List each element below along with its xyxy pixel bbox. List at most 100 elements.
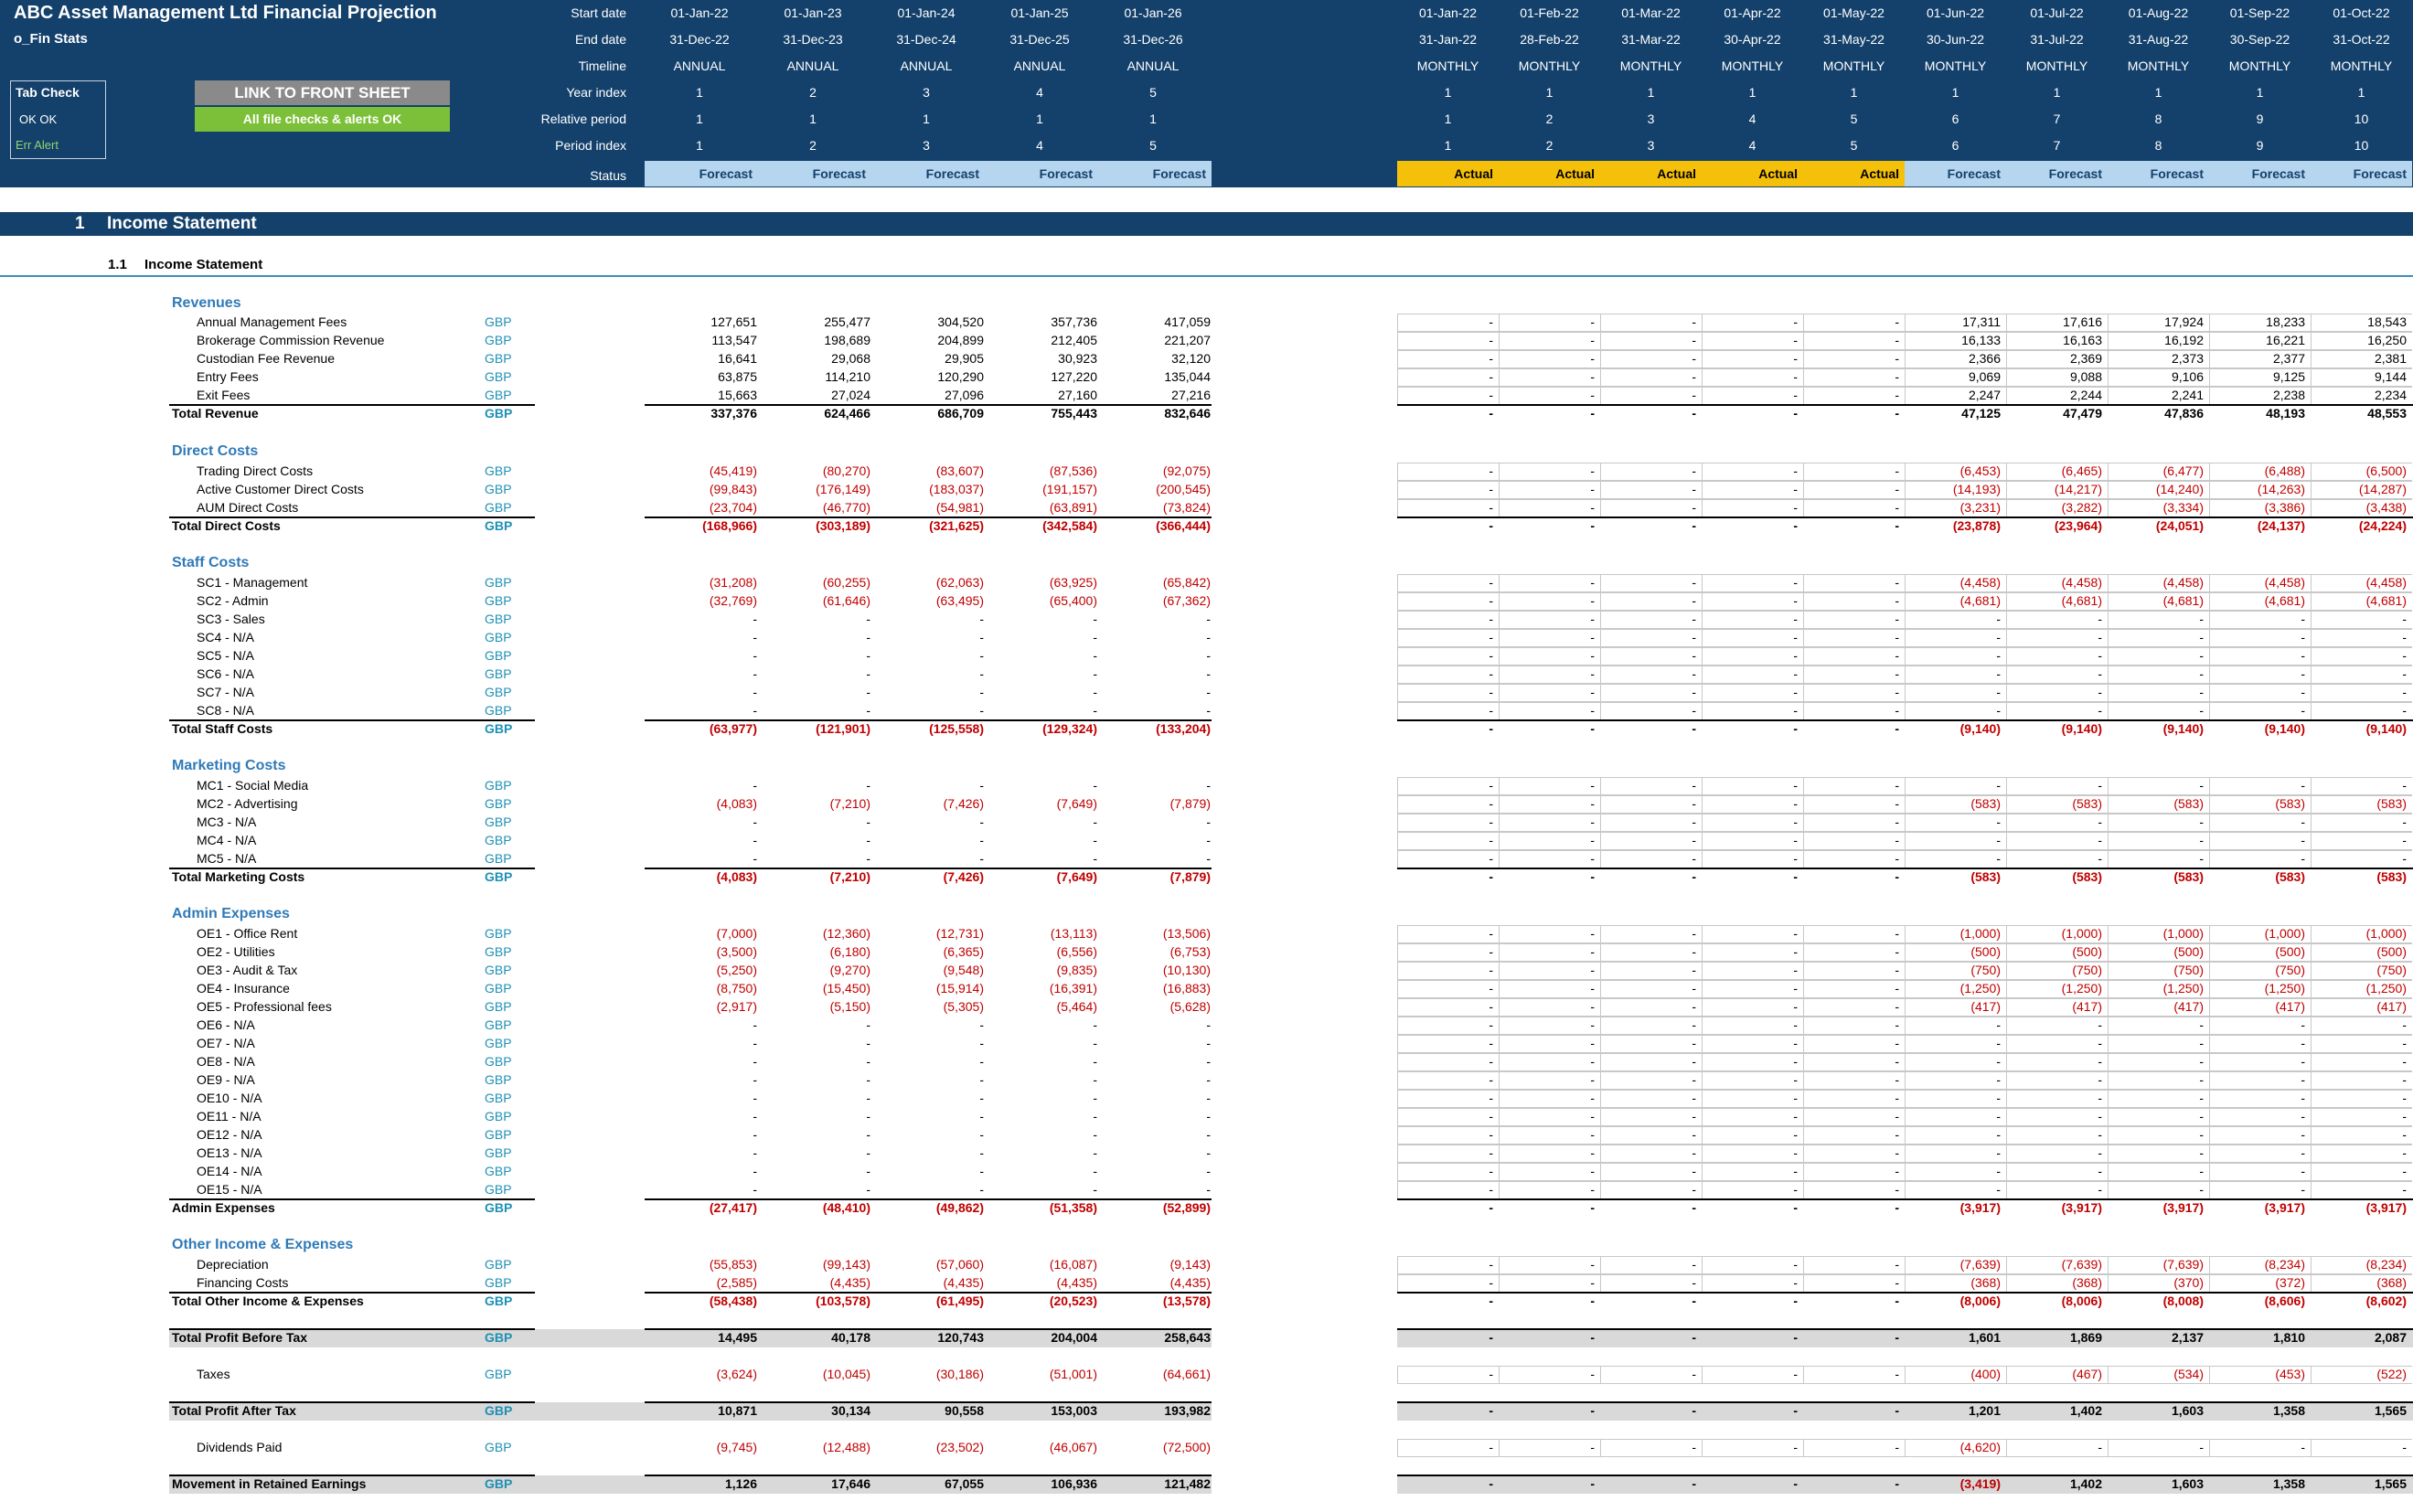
annual-value-cell[interactable]: (4,435): [874, 1275, 984, 1290]
monthly-value-cell[interactable]: (24,137): [2209, 518, 2305, 533]
annual-value-cell[interactable]: -: [1101, 778, 1211, 793]
annual-value-cell[interactable]: (46,770): [761, 500, 870, 515]
annual-value-cell[interactable]: (60,255): [761, 575, 870, 590]
monthly-value-cell[interactable]: -: [1499, 1036, 1595, 1050]
monthly-value-cell[interactable]: -: [1803, 815, 1899, 829]
annual-value-cell[interactable]: (6,365): [874, 944, 984, 959]
monthly-value-cell[interactable]: -: [1499, 1017, 1595, 1032]
monthly-value-cell[interactable]: -: [1702, 981, 1798, 996]
annual-value-cell[interactable]: (15,450): [761, 981, 870, 996]
monthly-value-cell[interactable]: (1,250): [2108, 981, 2204, 996]
monthly-value-cell[interactable]: -: [2006, 703, 2102, 718]
annual-value-cell[interactable]: 120,290: [874, 369, 984, 384]
monthly-value-cell[interactable]: -: [1397, 833, 1493, 847]
annual-value-cell[interactable]: -: [874, 612, 984, 626]
monthly-value-cell[interactable]: -: [1803, 630, 1899, 644]
monthly-value-cell[interactable]: 1,601: [1905, 1330, 2001, 1345]
monthly-value-cell[interactable]: -: [1397, 1367, 1493, 1381]
monthly-value-cell[interactable]: (3,917): [1905, 1200, 2001, 1215]
monthly-value-cell[interactable]: -: [1803, 981, 1899, 996]
monthly-value-cell[interactable]: -: [1905, 778, 2001, 793]
monthly-value-cell[interactable]: -: [1803, 1091, 1899, 1105]
monthly-value-cell[interactable]: -: [1702, 1072, 1798, 1087]
monthly-value-cell[interactable]: -: [2209, 1109, 2305, 1123]
annual-value-cell[interactable]: 135,044: [1101, 369, 1211, 384]
monthly-value-cell[interactable]: -: [1600, 963, 1696, 977]
monthly-value-cell[interactable]: -: [1702, 1054, 1798, 1069]
monthly-value-cell[interactable]: (583): [2108, 796, 2204, 811]
monthly-value-cell[interactable]: -: [1600, 1164, 1696, 1178]
annual-value-cell[interactable]: -: [647, 1091, 757, 1105]
annual-value-cell[interactable]: (7,879): [1101, 869, 1211, 884]
annual-value-cell[interactable]: -: [647, 685, 757, 699]
annual-value-cell[interactable]: -: [761, 815, 870, 829]
annual-value-cell[interactable]: -: [874, 815, 984, 829]
annual-value-cell[interactable]: -: [1101, 648, 1211, 663]
annual-value-cell[interactable]: -: [761, 648, 870, 663]
annual-value-cell[interactable]: (51,001): [988, 1367, 1097, 1381]
annual-value-cell[interactable]: (5,305): [874, 999, 984, 1014]
monthly-value-cell[interactable]: -: [1803, 1164, 1899, 1178]
annual-value-cell[interactable]: -: [761, 1072, 870, 1087]
monthly-value-cell[interactable]: (3,282): [2006, 500, 2102, 515]
monthly-value-cell[interactable]: -: [1600, 703, 1696, 718]
annual-value-cell[interactable]: (67,362): [1101, 593, 1211, 608]
monthly-value-cell[interactable]: -: [1905, 1091, 2001, 1105]
monthly-value-cell[interactable]: -: [2108, 1440, 2204, 1454]
monthly-value-cell[interactable]: (14,193): [1905, 482, 2001, 496]
monthly-value-cell[interactable]: -: [1702, 333, 1798, 347]
annual-value-cell[interactable]: (48,410): [761, 1200, 870, 1215]
monthly-value-cell[interactable]: -: [1803, 1403, 1899, 1418]
monthly-value-cell[interactable]: -: [1397, 1036, 1493, 1050]
annual-value-cell[interactable]: (9,835): [988, 963, 1097, 977]
monthly-value-cell[interactable]: (417): [2209, 999, 2305, 1014]
monthly-value-cell[interactable]: -: [1803, 351, 1899, 366]
annual-value-cell[interactable]: -: [761, 666, 870, 681]
monthly-value-cell[interactable]: -: [1600, 500, 1696, 515]
annual-value-cell[interactable]: 153,003: [988, 1403, 1097, 1418]
monthly-value-cell[interactable]: -: [1397, 518, 1493, 533]
annual-value-cell[interactable]: (129,324): [988, 721, 1097, 736]
annual-value-cell[interactable]: -: [988, 1109, 1097, 1123]
monthly-value-cell[interactable]: -: [1397, 1145, 1493, 1160]
monthly-value-cell[interactable]: -: [1499, 999, 1595, 1014]
monthly-value-cell[interactable]: -: [1499, 1127, 1595, 1142]
annual-value-cell[interactable]: (6,556): [988, 944, 1097, 959]
monthly-value-cell[interactable]: -: [1905, 1109, 2001, 1123]
annual-value-cell[interactable]: (58,438): [647, 1294, 757, 1308]
monthly-value-cell[interactable]: 1,869: [2006, 1330, 2102, 1345]
monthly-value-cell[interactable]: -: [1397, 1200, 1493, 1215]
annual-value-cell[interactable]: (6,180): [761, 944, 870, 959]
annual-value-cell[interactable]: (5,150): [761, 999, 870, 1014]
monthly-value-cell[interactable]: (6,465): [2006, 463, 2102, 478]
annual-value-cell[interactable]: (27,417): [647, 1200, 757, 1215]
monthly-value-cell[interactable]: -: [1499, 351, 1595, 366]
monthly-value-cell[interactable]: (4,681): [2311, 593, 2407, 608]
annual-value-cell[interactable]: 204,004: [988, 1330, 1097, 1345]
monthly-value-cell[interactable]: 1,810: [2209, 1330, 2305, 1345]
monthly-value-cell[interactable]: -: [1905, 630, 2001, 644]
annual-value-cell[interactable]: (13,578): [1101, 1294, 1211, 1308]
monthly-value-cell[interactable]: (7,639): [2108, 1257, 2204, 1272]
annual-value-cell[interactable]: 106,936: [988, 1476, 1097, 1491]
monthly-value-cell[interactable]: -: [1600, 1403, 1696, 1418]
monthly-value-cell[interactable]: -: [1499, 482, 1595, 496]
annual-value-cell[interactable]: (30,186): [874, 1367, 984, 1381]
annual-value-cell[interactable]: (63,891): [988, 500, 1097, 515]
monthly-value-cell[interactable]: -: [2006, 815, 2102, 829]
monthly-value-cell[interactable]: -: [1803, 1330, 1899, 1345]
annual-value-cell[interactable]: -: [874, 685, 984, 699]
monthly-value-cell[interactable]: -: [2006, 851, 2102, 866]
monthly-value-cell[interactable]: -: [1702, 1476, 1798, 1491]
annual-value-cell[interactable]: (20,523): [988, 1294, 1097, 1308]
annual-value-cell[interactable]: -: [988, 1036, 1097, 1050]
annual-value-cell[interactable]: -: [647, 833, 757, 847]
monthly-value-cell[interactable]: -: [1600, 482, 1696, 496]
monthly-value-cell[interactable]: -: [1803, 1054, 1899, 1069]
annual-value-cell[interactable]: (4,435): [761, 1275, 870, 1290]
monthly-value-cell[interactable]: (14,240): [2108, 482, 2204, 496]
monthly-value-cell[interactable]: -: [2006, 685, 2102, 699]
annual-value-cell[interactable]: -: [874, 648, 984, 663]
annual-value-cell[interactable]: (12,731): [874, 926, 984, 941]
monthly-value-cell[interactable]: (3,917): [2108, 1200, 2204, 1215]
